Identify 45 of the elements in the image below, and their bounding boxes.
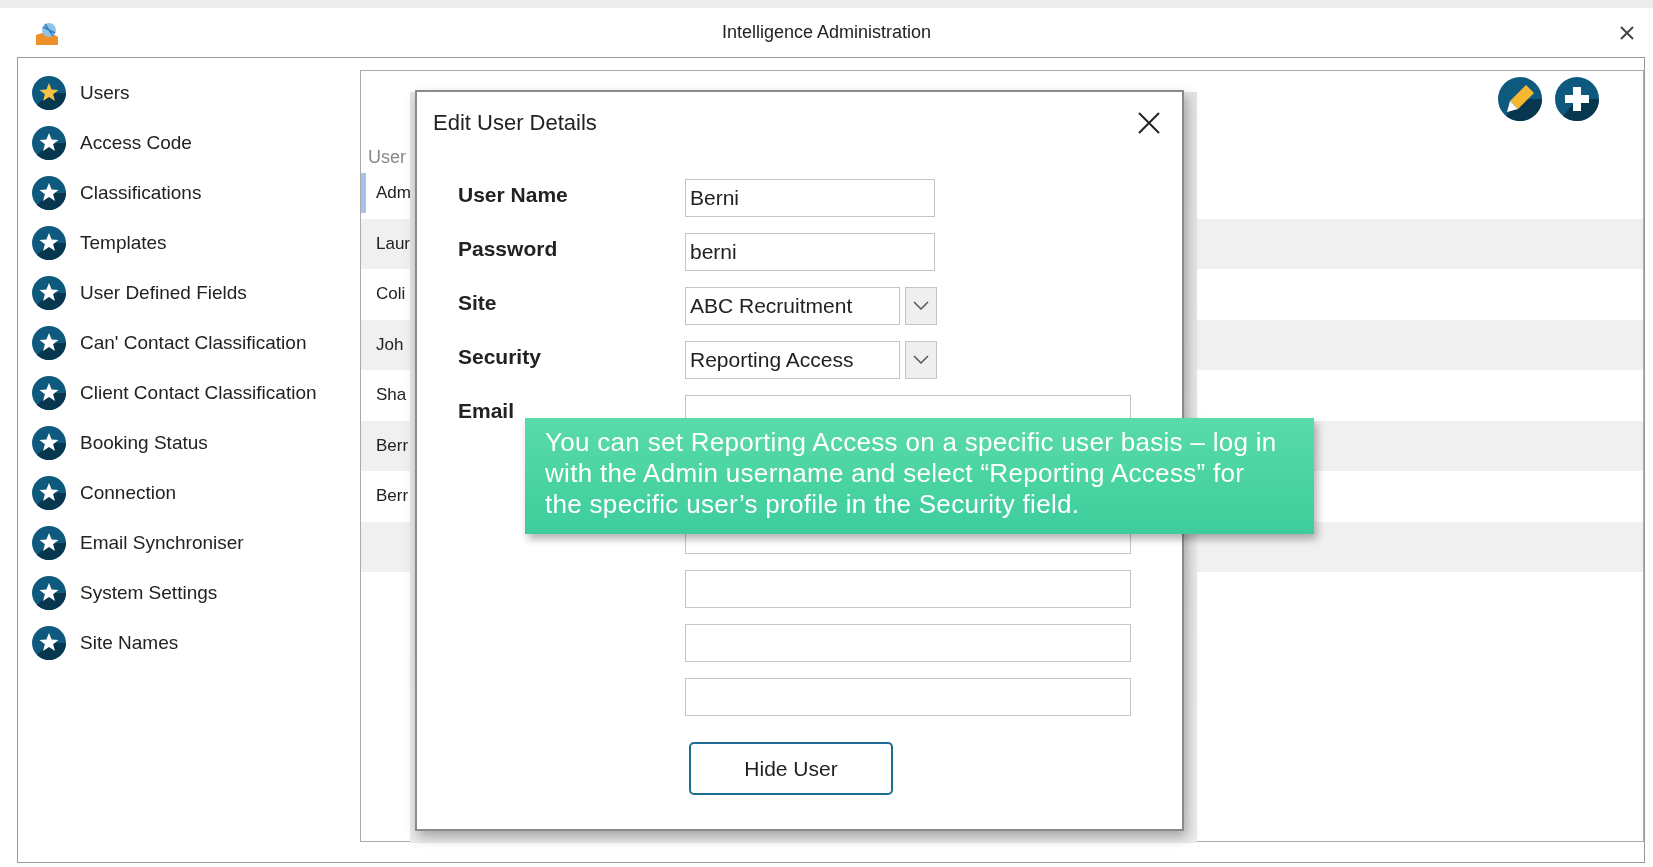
field-label: User Name	[458, 183, 568, 206]
sidebar-item[interactable]: Connection	[18, 476, 360, 510]
sidebar-item[interactable]: Can' Contact Classification	[18, 326, 360, 360]
field-label: Site	[458, 291, 497, 314]
dropdown-field[interactable]: ABC Recruitment	[685, 287, 900, 325]
tooltip-text: You can set Reporting Access on a specific user basis – log in with the Admin username and select “Reporting Access” for the specific user’s profile in the Security field.	[545, 427, 1278, 520]
hide-user-button[interactable]: Hide User	[689, 742, 893, 795]
user-row[interactable]: Laur	[361, 223, 415, 264]
user-row[interactable]: Joh	[361, 324, 408, 365]
sidebar-item[interactable]: Access Code	[18, 126, 360, 160]
sidebar-item[interactable]: User Defined Fields	[18, 276, 360, 310]
edit-button[interactable]	[1498, 77, 1542, 121]
dialog-title: Edit User Details	[433, 110, 597, 136]
sidebar-item[interactable]: Site Names	[18, 626, 360, 660]
text-field[interactable]	[685, 678, 1131, 716]
user-row[interactable]: Berr	[361, 425, 413, 466]
sidebar-item[interactable]: Booking Status	[18, 426, 360, 460]
close-icon	[1619, 24, 1635, 41]
field-label: Email	[458, 399, 515, 422]
text-field[interactable]: Berni	[685, 179, 935, 217]
chevron-down-icon	[913, 355, 929, 365]
sidebar-item[interactable]: Email Synchroniser	[18, 526, 360, 560]
user-row[interactable]: Sha	[361, 375, 411, 416]
text-field[interactable]: berni	[685, 233, 935, 271]
text-field[interactable]	[685, 624, 1131, 662]
close-icon	[1138, 112, 1160, 134]
window-title: Intelligence Administration	[721, 22, 932, 43]
dropdown-button[interactable]	[905, 287, 937, 325]
column-header: User	[368, 147, 406, 168]
sidebar-item[interactable]: Classifications	[18, 176, 360, 210]
text-field[interactable]	[685, 570, 1131, 608]
app-logo-icon	[34, 20, 60, 45]
dropdown-field[interactable]: Reporting Access	[685, 341, 900, 379]
sidebar-item[interactable]: System Settings	[18, 576, 360, 610]
user-row[interactable]: Berr	[361, 476, 413, 517]
add-button[interactable]	[1555, 77, 1599, 121]
user-row[interactable]: Coli	[361, 274, 410, 315]
field-label: Security	[458, 345, 541, 368]
sidebar-item[interactable]: Users	[18, 76, 360, 110]
close-button[interactable]	[1136, 110, 1162, 136]
sidebar-item[interactable]: Client Contact Classification	[18, 376, 360, 410]
sidebar-item[interactable]: Templates	[18, 226, 360, 260]
dropdown-button[interactable]	[905, 341, 937, 379]
chevron-down-icon	[913, 301, 929, 311]
field-label: Password	[458, 237, 558, 260]
